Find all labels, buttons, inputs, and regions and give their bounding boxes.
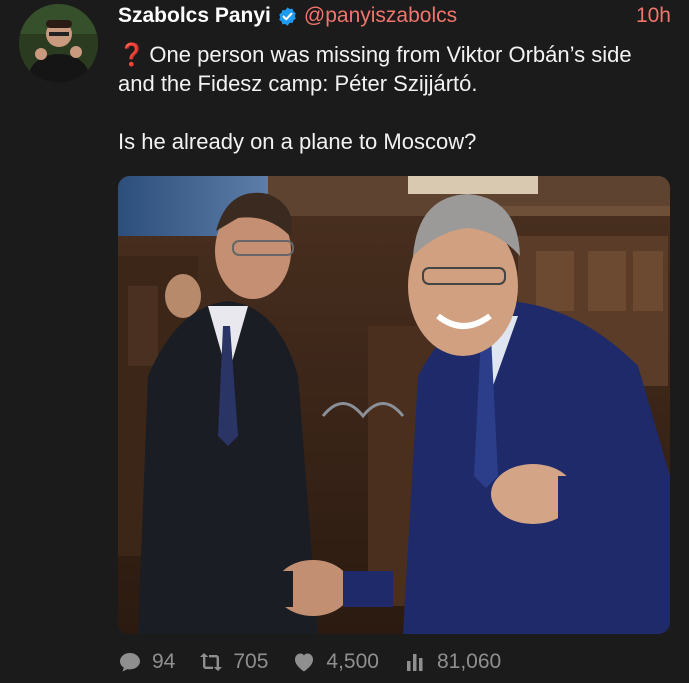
retweet-count: 705: [233, 650, 269, 673]
like-action[interactable]: 4,500: [292, 650, 379, 674]
reply-action[interactable]: 94: [118, 650, 175, 674]
avatar[interactable]: [19, 4, 98, 83]
tweet-paragraph-2: Is he already on a plane to Moscow?: [118, 129, 477, 154]
author-name[interactable]: Szabolcs Panyi: [118, 4, 271, 28]
tweet-paragraph-1: ❓ One person was missing from Viktor Orbá…: [118, 40, 673, 98]
author-handle[interactable]: @panyiszabolcs: [304, 4, 457, 28]
views-action[interactable]: 81,060: [403, 650, 501, 674]
views-count: 81,060: [436, 650, 502, 673]
retweet-action[interactable]: 705: [199, 650, 268, 674]
tweet-photo[interactable]: [118, 176, 670, 634]
retweet-icon: [199, 651, 223, 673]
reply-icon: [118, 651, 142, 673]
tweet-text: ❓ One person was missing from Viktor Orbá…: [118, 40, 673, 156]
like-count: 4,500: [326, 650, 379, 673]
verified-badge-icon: [277, 6, 298, 27]
tweet: Szabolcs Panyi @panyiszabolcs 10h ❓ One p…: [0, 0, 689, 683]
tweet-actions: 94 705 4,500 81,060: [118, 648, 525, 676]
heart-icon: [292, 651, 316, 673]
reply-count: 94: [152, 650, 176, 673]
tweet-line-1: One person was missing from Viktor Orbán…: [118, 42, 632, 96]
views-chart-icon: [403, 651, 427, 673]
question-mark-emoji: ❓: [118, 42, 146, 67]
tweet-header: Szabolcs Panyi @panyiszabolcs 10h: [118, 2, 671, 30]
timestamp[interactable]: 10h: [636, 4, 671, 28]
